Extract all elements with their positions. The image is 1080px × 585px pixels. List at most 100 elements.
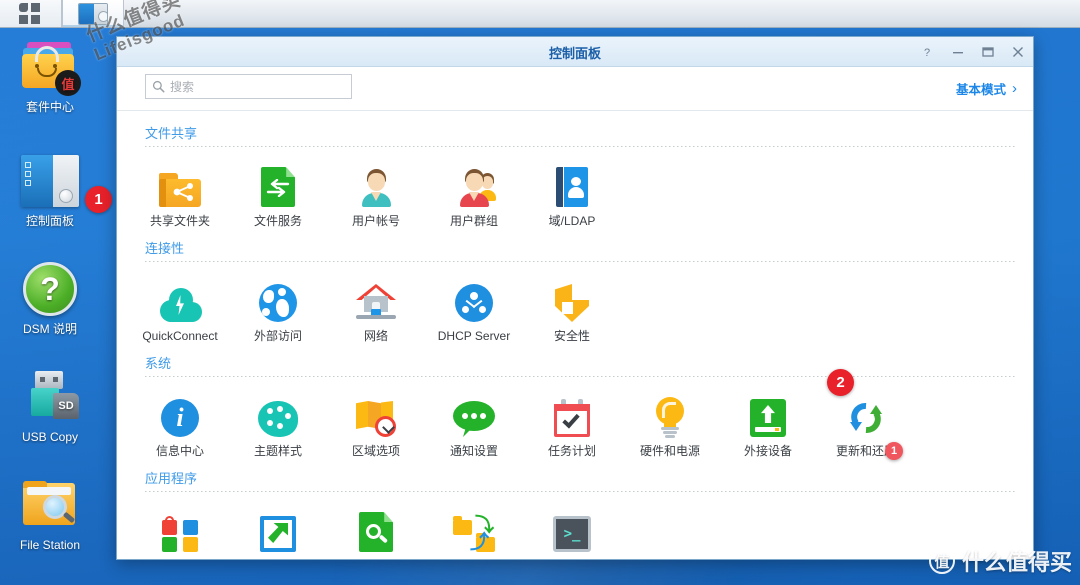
user-account-icon [327,159,425,207]
control-panel-window: 控制面板 ? 基本模式 › [116,36,1034,560]
tile-theme[interactable]: 主题样式 [229,385,327,458]
chevron-right-icon: › [1012,80,1017,97]
desktop-icon-dsm-help[interactable]: ? DSM 说明 [0,258,100,336]
desktop-icon-label: File Station [19,538,81,552]
tile-label: 安全性 [553,329,590,343]
watermark-logo-icon: 值 [928,548,955,574]
basic-mode-link[interactable]: 基本模式 › [956,79,1017,98]
file-station-icon [0,474,100,536]
regional-options-icon [327,389,425,437]
tile-permissions[interactable]: 权限 [131,500,229,559]
indexing-service-icon [327,504,425,552]
watermark-corner-text: 什么值得买 [961,550,1072,575]
tile-info-center[interactable]: i 信息中心 [131,385,229,458]
tile-update-badge: 1 [885,442,903,460]
task-scheduler-icon [523,389,621,437]
package-center-icon: 值 [0,36,100,98]
taskbar-spacer [124,0,1080,27]
basic-mode-label: 基本模式 [955,83,1006,97]
control-panel-body: 文件共享 共享文件夹 文件服务 用户帐号 用户群组 域/LDAP 连接性 Qui… [117,111,1033,559]
application-portal-icon [229,504,327,552]
tile-network[interactable]: 网络 [327,270,425,343]
tile-indexing-service[interactable]: 索引服务 [327,500,425,559]
network-house-icon [327,274,425,322]
apps-menu-button[interactable] [0,0,62,27]
file-services-icon [229,159,327,207]
minimize-icon[interactable] [951,45,965,59]
usb-copy-icon: SD [0,366,100,428]
tile-shared-folder[interactable]: 共享文件夹 [131,155,229,228]
window-toolbar: 基本模式 › [117,67,1033,111]
external-access-globe-icon [229,274,327,322]
tile-label: 外部访问 [253,329,302,343]
tile-shared-folder-sync[interactable]: ⤵⤴ 共享文件夹同步 [425,500,523,559]
tile-label: 域/LDAP [548,214,596,228]
tile-label: 文件服务 [253,214,302,228]
tile-label: 区域选项 [351,444,400,458]
annotation-badge-2: 2 [827,369,854,396]
shared-folder-icon [131,159,229,207]
update-restore-icon: 1 [817,389,915,460]
apps-grid-icon [18,2,43,25]
tile-file-services[interactable]: 文件服务 [229,155,327,228]
domain-ldap-icon [523,159,621,207]
search-input[interactable] [170,79,345,94]
tile-user-group[interactable]: 用户群组 [425,155,523,228]
taskbar-item-control-panel[interactable] [62,0,124,27]
section-title-system: 系统 [145,356,172,371]
search-icon [152,80,165,93]
desktop-icon-control-panel[interactable]: 控制面板 [0,150,100,228]
tile-label: 通知设置 [449,444,498,458]
tile-hardware-power[interactable]: 硬件和电源 [621,385,719,458]
tile-label: 外接设备 [743,444,792,458]
tile-user-account[interactable]: 用户帐号 [327,155,425,228]
theme-palette-icon [229,389,327,437]
tile-application-portal[interactable]: 应用程序门户 [229,500,327,559]
watermark-corner: 值 什么值得买 [928,545,1072,577]
tile-task-scheduler[interactable]: 任务计划 [523,385,621,458]
permissions-icon [131,504,229,552]
info-center-icon: i [131,389,229,437]
tile-label: 硬件和电源 [639,444,700,458]
annotation-badge-1: 1 [85,186,112,213]
desktop-icon-label: DSM 说明 [22,322,77,336]
user-group-icon [425,159,523,207]
tile-label: 网络 [363,329,388,343]
tile-security[interactable]: 安全性 [523,270,621,343]
tile-label: 共享文件夹 [149,214,210,228]
tile-quickconnect[interactable]: QuickConnect [131,270,229,343]
section-tiles-applications: 权限 应用程序门户 索引服务 ⤵⤴ 共享文件夹同步 [117,492,1033,559]
security-shield-icon [523,274,621,322]
tile-label: 用户群组 [449,214,498,228]
dsm-help-icon: ? [0,258,100,320]
tile-external-access[interactable]: 外部访问 [229,270,327,343]
desktop-icon-label: USB Copy [21,430,79,444]
tile-external-devices[interactable]: 外接设备 [719,385,817,458]
close-icon[interactable] [1011,45,1025,59]
tile-notification[interactable]: 通知设置 [425,385,523,458]
search-box[interactable] [145,74,352,99]
desktop-icon-label: 控制面板 [25,214,74,228]
tile-update-restore[interactable]: 1 更新和还原 2 [817,369,915,460]
tile-label: DHCP Server [437,329,511,343]
maximize-icon[interactable] [981,45,995,59]
tile-regional-options[interactable]: 区域选项 [327,385,425,458]
section-title-connectivity: 连接性 [145,241,185,256]
section-tiles-file-sharing: 共享文件夹 文件服务 用户帐号 用户群组 域/LDAP [117,147,1033,232]
svg-text:?: ? [924,47,930,59]
tile-terminal-snmp[interactable]: >_ 终端机和 SNMP [523,500,621,559]
window-titlebar[interactable]: 控制面板 ? [117,37,1033,67]
section-tiles-system: i 信息中心 主题样式 区域选项 通知设置 任务计划 硬件和电源 外接设备 1 … [117,369,1033,462]
help-icon[interactable]: ? [921,45,935,59]
desktop-icon-usb-copy[interactable]: SD USB Copy [0,366,100,444]
shared-folder-sync-icon: ⤵ ⤴ [425,504,523,552]
desktop-icon-file-station[interactable]: File Station [0,474,100,552]
tile-label: 用户帐号 [351,214,400,228]
external-devices-icon [719,389,817,437]
hardware-power-bulb-icon [621,389,719,438]
dhcp-server-icon [425,274,523,322]
tile-domain-ldap[interactable]: 域/LDAP [523,155,621,228]
tile-label: 信息中心 [155,444,204,458]
tile-dhcp-server[interactable]: DHCP Server [425,270,523,343]
desktop-icon-package-center[interactable]: 值 套件中心 [0,36,100,114]
